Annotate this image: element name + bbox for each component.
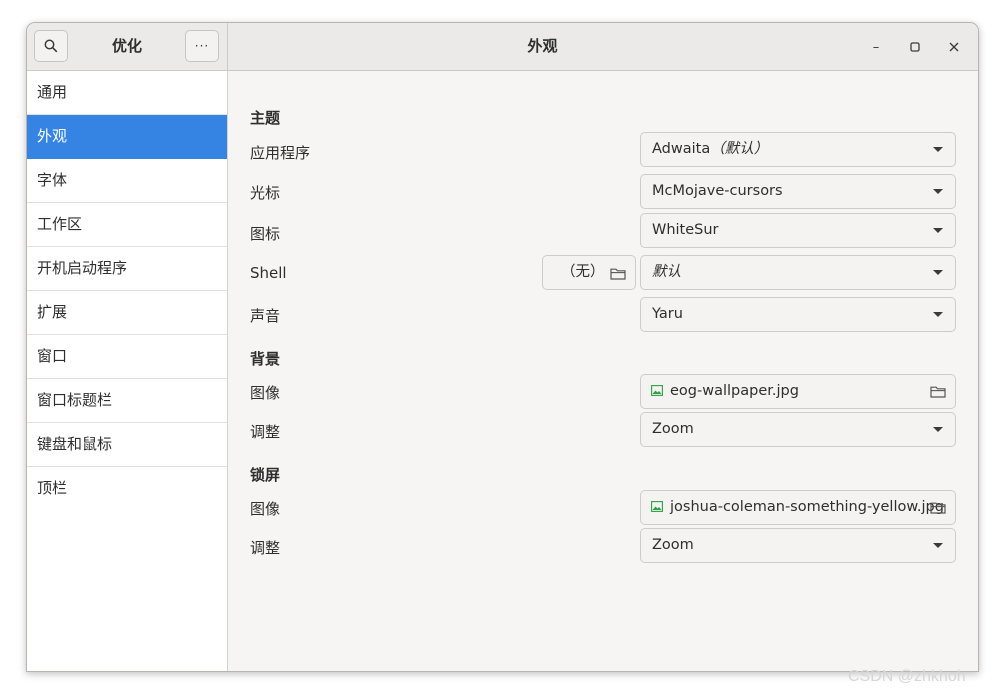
background-image-filename: eog-wallpaper.jpg	[670, 383, 799, 399]
chevron-down-icon	[933, 228, 943, 233]
ellipsis-icon: ···	[194, 39, 210, 53]
folder-icon	[930, 502, 946, 514]
image-icon	[651, 385, 663, 396]
background-image-file-button[interactable]: eog-wallpaper.jpg	[640, 374, 956, 409]
lockscreen-adjust-label: 调整	[250, 539, 281, 557]
lockscreen-image-filename: joshua-coleman-something-yellow.jpg	[670, 499, 944, 515]
applications-theme-default-tag: （默认）	[710, 141, 769, 157]
header-bar: 优化 ··· 外观 –	[27, 23, 978, 71]
chevron-down-icon	[933, 312, 943, 317]
cursor-theme-value: McMojave-cursors	[652, 183, 783, 199]
sidebar-item-fonts[interactable]: 字体	[27, 159, 227, 203]
sidebar-item-window-titlebars[interactable]: 窗口标题栏	[27, 379, 227, 423]
menu-button[interactable]: ···	[185, 30, 219, 62]
sidebar: 通用 外观 字体 工作区 开机启动程序 扩展 窗口 窗口标题栏 键盘和鼠标 顶栏	[27, 71, 228, 671]
maximize-icon	[910, 42, 920, 52]
applications-theme-select[interactable]: Adwaita（默认）	[640, 132, 956, 167]
sidebar-item-label: 工作区	[37, 215, 83, 233]
close-icon	[949, 42, 959, 52]
sidebar-item-label: 扩展	[37, 303, 68, 321]
lockscreen-image-label: 图像	[250, 500, 281, 518]
search-button[interactable]	[34, 30, 68, 62]
shell-theme-file-button[interactable]: （无）	[542, 255, 636, 290]
sidebar-header: 优化 ···	[27, 23, 228, 70]
maximize-button[interactable]	[904, 36, 926, 58]
sound-theme-select[interactable]: Yaru	[640, 297, 956, 332]
icons-label: 图标	[250, 225, 281, 243]
cursor-theme-select[interactable]: McMojave-cursors	[640, 174, 956, 209]
sidebar-item-appearance[interactable]: 外观	[27, 115, 227, 159]
chevron-down-icon	[933, 270, 943, 275]
sidebar-item-startup-applications[interactable]: 开机启动程序	[27, 247, 227, 291]
shell-theme-select[interactable]: 默认	[640, 255, 956, 290]
shell-label: Shell	[250, 264, 287, 282]
sound-theme-value: Yaru	[652, 306, 683, 322]
sidebar-title: 优化	[111, 37, 142, 55]
sidebar-item-top-bar[interactable]: 顶栏	[27, 467, 227, 511]
chevron-down-icon	[933, 427, 943, 432]
sidebar-item-label: 通用	[37, 83, 68, 101]
applications-label: 应用程序	[250, 144, 311, 162]
sound-label: 声音	[250, 307, 281, 325]
themes-heading: 主题	[250, 109, 281, 127]
page-title: 外观	[527, 37, 558, 55]
chevron-down-icon	[933, 147, 943, 152]
sidebar-item-label: 开机启动程序	[37, 259, 128, 277]
search-icon	[44, 39, 58, 53]
watermark: CSDN @zhkhoh	[848, 668, 966, 685]
background-heading: 背景	[250, 350, 281, 368]
close-button[interactable]	[943, 36, 965, 58]
image-icon	[651, 501, 663, 512]
sidebar-item-label: 外观	[37, 127, 68, 145]
minimize-icon: –	[872, 39, 880, 55]
lockscreen-image-file-button[interactable]: joshua-coleman-something-yellow.jpg	[640, 490, 956, 525]
appearance-panel: 主题 应用程序 Adwaita（默认） 光标 McMojave-cursors …	[228, 71, 978, 671]
shell-none-label: （无）	[561, 264, 605, 280]
sidebar-item-extensions[interactable]: 扩展	[27, 291, 227, 335]
tweaks-window: 优化 ··· 外观 – 通用 外观 字体 工作区 开机启动程序 扩展 窗口 窗口…	[26, 22, 979, 672]
applications-theme-value: Adwaita	[652, 141, 711, 157]
background-image-label: 图像	[250, 384, 281, 402]
sidebar-item-label: 字体	[37, 171, 68, 189]
background-adjust-label: 调整	[250, 423, 281, 441]
sidebar-item-label: 顶栏	[37, 479, 68, 497]
sidebar-item-label: 窗口	[37, 347, 68, 365]
sidebar-item-label: 键盘和鼠标	[37, 435, 113, 453]
chevron-down-icon	[933, 189, 943, 194]
shell-theme-value: 默认	[652, 264, 681, 280]
lockscreen-heading: 锁屏	[250, 466, 281, 484]
background-adjust-value: Zoom	[652, 421, 694, 437]
sidebar-item-label: 窗口标题栏	[37, 391, 113, 409]
minimize-button[interactable]: –	[865, 36, 887, 58]
background-adjust-select[interactable]: Zoom	[640, 412, 956, 447]
folder-icon	[930, 386, 946, 398]
chevron-down-icon	[933, 543, 943, 548]
sidebar-item-keyboard-mouse[interactable]: 键盘和鼠标	[27, 423, 227, 467]
sidebar-item-general[interactable]: 通用	[27, 71, 227, 115]
sidebar-item-workspaces[interactable]: 工作区	[27, 203, 227, 247]
icon-theme-value: WhiteSur	[652, 222, 719, 238]
icon-theme-select[interactable]: WhiteSur	[640, 213, 956, 248]
lockscreen-adjust-value: Zoom	[652, 537, 694, 553]
folder-icon	[610, 268, 626, 280]
cursor-label: 光标	[250, 184, 281, 202]
sidebar-item-windows[interactable]: 窗口	[27, 335, 227, 379]
lockscreen-adjust-select[interactable]: Zoom	[640, 528, 956, 563]
